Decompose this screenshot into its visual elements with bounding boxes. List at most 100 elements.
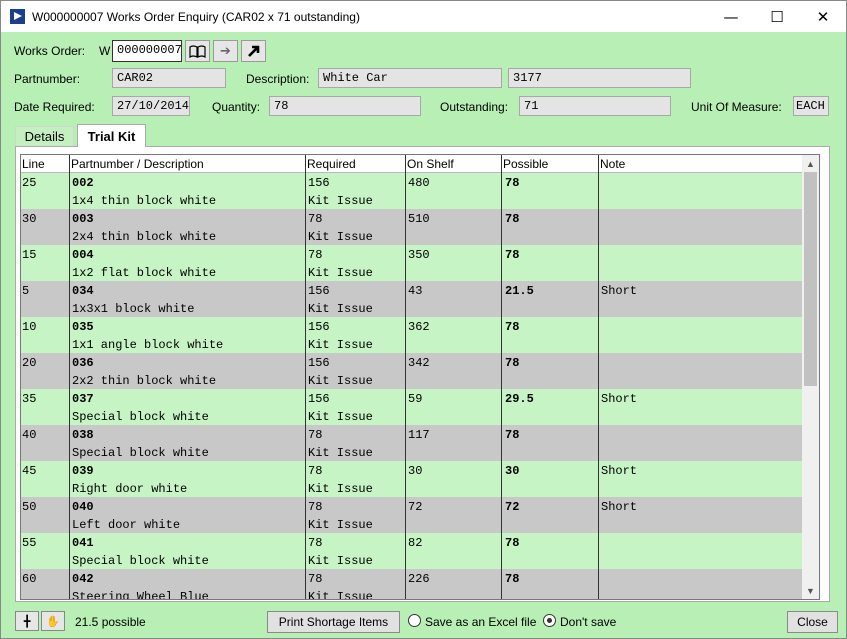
- cell-part: 039: [72, 464, 94, 478]
- dont-save-radio[interactable]: [543, 614, 556, 627]
- arrow-right-icon[interactable]: ➔: [213, 40, 238, 62]
- cell-on-shelf: 43: [408, 284, 423, 298]
- cell-part: 003: [72, 212, 94, 226]
- cell-line: 15: [22, 248, 37, 262]
- cell-line: 10: [22, 320, 37, 334]
- cell-part: 041: [72, 536, 94, 550]
- uom-field: EACH: [793, 96, 829, 116]
- cell-note: Short: [601, 392, 638, 406]
- cell-possible: 29.5: [505, 392, 534, 406]
- outstanding-label: Outstanding:: [440, 100, 509, 114]
- table-row[interactable]: 15 004 1x2 flat block white 78 Kit Issue 350 7…: [21, 245, 803, 281]
- table-row[interactable]: 35 037 Special block white 156 Kit Issue 59 29…: [21, 389, 803, 425]
- close-button-label: Close: [797, 615, 828, 629]
- book-icon[interactable]: [185, 40, 210, 62]
- save-excel-radio[interactable]: [408, 614, 421, 627]
- quantity-label: Quantity:: [212, 100, 261, 114]
- table-row[interactable]: 60 042 Steering Wheel Blue 78 Kit Issue 226 78: [21, 569, 803, 599]
- cell-note: Short: [601, 464, 638, 478]
- cell-part: 004: [72, 248, 94, 262]
- cell-issue: Kit Issue: [308, 446, 373, 460]
- cell-issue: Kit Issue: [308, 410, 373, 424]
- cell-part: 042: [72, 572, 94, 586]
- table-row[interactable]: 55 041 Special block white 78 Kit Issue 82 78: [21, 533, 803, 569]
- scrollbar-thumb[interactable]: [804, 172, 817, 386]
- cell-required: 78: [308, 536, 323, 550]
- hand-icon[interactable]: ✋: [41, 611, 65, 631]
- outstanding-field: 71: [519, 96, 671, 116]
- works-order-label: Works Order:: [14, 44, 86, 58]
- table-row[interactable]: 30 003 2x4 thin block white 78 Kit Issue 510 7…: [21, 209, 803, 245]
- cell-part: 034: [72, 284, 94, 298]
- cell-on-shelf: 342: [408, 356, 430, 370]
- cell-on-shelf: 59: [408, 392, 423, 406]
- column-divider: [69, 155, 70, 599]
- tab-trial-kit[interactable]: Trial Kit: [77, 124, 146, 147]
- works-order-prefix: W: [99, 44, 111, 58]
- cell-on-shelf: 480: [408, 176, 430, 190]
- column-header-partnumber[interactable]: Partnumber / Description: [71, 157, 204, 171]
- cell-required: 78: [308, 572, 323, 586]
- column-header-required[interactable]: Required: [307, 157, 356, 171]
- cell-desc: 2x2 thin block white: [72, 374, 217, 388]
- cell-required: 156: [308, 392, 330, 406]
- cell-desc: Special block white: [72, 446, 209, 460]
- description-label: Description:: [246, 72, 310, 86]
- print-shortage-label: Print Shortage Items: [278, 615, 389, 629]
- cell-required: 78: [308, 428, 323, 442]
- column-divider: [305, 155, 306, 599]
- table-row[interactable]: 5 034 1x3x1 block white 156 Kit Issue 43 21.5 S…: [21, 281, 803, 317]
- close-button[interactable]: Close: [787, 611, 838, 633]
- arrow-up-right-icon[interactable]: [241, 40, 266, 62]
- cell-note: Short: [601, 284, 638, 298]
- cell-issue: Kit Issue: [308, 230, 373, 244]
- close-window-button[interactable]: ✕: [800, 1, 846, 32]
- scroll-down-icon[interactable]: ▼: [802, 582, 819, 599]
- save-excel-label[interactable]: Save as an Excel file: [425, 615, 536, 629]
- column-header-line[interactable]: Line: [22, 157, 45, 171]
- tab-details[interactable]: Details: [15, 126, 74, 146]
- cell-line: 45: [22, 464, 37, 478]
- cell-required: 78: [308, 248, 323, 262]
- cell-part: 040: [72, 500, 94, 514]
- cell-issue: Kit Issue: [308, 302, 373, 316]
- cell-on-shelf: 117: [408, 428, 430, 442]
- vertical-scrollbar[interactable]: ▲ ▼: [802, 155, 819, 599]
- cell-desc: Special block white: [72, 554, 209, 568]
- table-row[interactable]: 10 035 1x1 angle block white 156 Kit Issue 36…: [21, 317, 803, 353]
- table-row[interactable]: 25 002 1x4 thin block white 156 Kit Issue 480…: [21, 173, 803, 209]
- table-row[interactable]: 50 040 Left door white 78 Kit Issue 72 72 Short: [21, 497, 803, 533]
- cell-line: 60: [22, 572, 37, 586]
- column-header-note[interactable]: Note: [600, 157, 625, 171]
- table-row[interactable]: 40 038 Special block white 78 Kit Issue 117 78: [21, 425, 803, 461]
- minimize-button[interactable]: —: [708, 1, 754, 32]
- cell-possible: 78: [505, 320, 520, 334]
- cell-issue: Kit Issue: [308, 194, 373, 208]
- cell-issue: Kit Issue: [308, 338, 373, 352]
- cell-on-shelf: 30: [408, 464, 423, 478]
- cell-on-shelf: 226: [408, 572, 430, 586]
- cell-possible: 78: [505, 428, 520, 442]
- dont-save-label[interactable]: Don't save: [560, 615, 616, 629]
- cell-line: 50: [22, 500, 37, 514]
- column-header-possible[interactable]: Possible: [503, 157, 548, 171]
- column-header-on-shelf[interactable]: On Shelf: [407, 157, 454, 171]
- table-row[interactable]: 45 039 Right door white 78 Kit Issue 30 30 Shor…: [21, 461, 803, 497]
- maximize-button[interactable]: ☐: [754, 1, 800, 32]
- cell-desc: 1x1 angle block white: [72, 338, 224, 352]
- description-extra-field: 3177: [508, 68, 691, 88]
- scroll-up-icon[interactable]: ▲: [802, 155, 819, 172]
- cell-possible: 78: [505, 356, 520, 370]
- cell-desc: 1x2 flat block white: [72, 266, 217, 280]
- title-bar: W000000007 Works Order Enquiry (CAR02 x …: [1, 1, 846, 32]
- column-divider: [405, 155, 406, 599]
- cell-on-shelf: 82: [408, 536, 423, 550]
- table-row[interactable]: 20 036 2x2 thin block white 156 Kit Issue 342…: [21, 353, 803, 389]
- pin-icon[interactable]: ╋: [15, 611, 39, 631]
- cell-line: 20: [22, 356, 37, 370]
- app-icon: [10, 9, 25, 24]
- works-order-input[interactable]: 000000007: [112, 40, 182, 62]
- grid-rows: 25 002 1x4 thin block white 156 Kit Issue 480…: [21, 173, 803, 599]
- cell-on-shelf: 362: [408, 320, 430, 334]
- print-shortage-button[interactable]: Print Shortage Items: [267, 611, 400, 633]
